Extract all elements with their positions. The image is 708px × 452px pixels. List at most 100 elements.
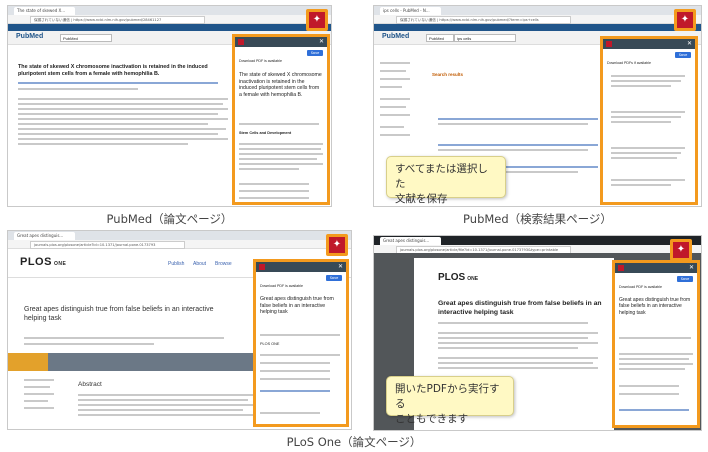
filter-line[interactable] [380, 62, 410, 64]
panel-header: ✕ [235, 37, 327, 47]
result-item[interactable] [611, 179, 685, 181]
url-field[interactable]: journals.plos.org/plosone/article?id=10.… [30, 241, 185, 249]
result-title[interactable] [438, 118, 598, 120]
nav-browse[interactable]: Browse [215, 261, 232, 267]
toc-line[interactable] [24, 393, 54, 395]
plos-logo[interactable]: PLOS ONE [20, 256, 66, 268]
text-line [18, 98, 228, 100]
text-line [78, 404, 253, 406]
save-button[interactable]: Save [326, 275, 342, 281]
database-select[interactable]: PubMed [60, 34, 112, 42]
address-bar: 保護されていない通信 | https://www.ncbi.nlm.nih.go… [8, 15, 331, 24]
save-button[interactable]: Save [675, 52, 691, 58]
browser-tab-bar: Great apes distinguis... [374, 236, 701, 245]
browser-tab[interactable]: Great apes distinguis... [14, 232, 75, 240]
pubmed-logo[interactable]: PubMed [382, 33, 409, 40]
caption-pubmed-search: PubMed（検索結果ページ） [463, 212, 612, 226]
toc-line[interactable] [24, 386, 50, 388]
text-line [438, 332, 598, 334]
browser-tab[interactable]: Great apes distinguis... [380, 237, 441, 245]
caption-plos: PLoS One（論文ページ） [286, 435, 422, 449]
panel-article-title: Great apes distinguish true from false b… [260, 296, 334, 315]
result-item[interactable] [611, 75, 685, 77]
text-line [619, 358, 689, 360]
panel-header: ✕ [256, 262, 346, 272]
download-pdf-note[interactable]: Download PDF is available [619, 285, 662, 289]
article-tab-bar [8, 353, 258, 371]
author-list[interactable] [18, 82, 218, 84]
mendeley-logo-icon [238, 39, 244, 45]
close-icon[interactable]: ✕ [338, 262, 343, 272]
filter-line[interactable] [380, 78, 410, 80]
url-field[interactable]: 保護されていない通信 | https://www.ncbi.nlm.nih.go… [396, 16, 571, 24]
filter-line[interactable] [380, 86, 402, 88]
text-line [619, 385, 679, 387]
filter-line[interactable] [380, 134, 410, 136]
text-line [611, 157, 677, 159]
filter-line[interactable] [380, 106, 406, 108]
mendeley-icon[interactable]: ✦ [326, 234, 348, 256]
abstract-heading: Abstract [78, 381, 102, 388]
text-line [438, 322, 588, 324]
database-select[interactable]: PubMed [426, 34, 454, 42]
toc-line[interactable] [24, 407, 54, 409]
save-button[interactable]: Save [677, 276, 693, 282]
filter-line[interactable] [380, 70, 406, 72]
text-line [619, 363, 693, 365]
close-icon[interactable]: ✕ [689, 263, 694, 273]
article-title: Great apes distinguish true from false b… [24, 306, 214, 322]
mendeley-icon[interactable]: ✦ [670, 239, 692, 261]
text-line [78, 409, 243, 411]
text-line [239, 143, 323, 145]
text-line [18, 108, 228, 110]
nav-publish[interactable]: Publish [168, 261, 184, 267]
filter-line[interactable] [380, 114, 410, 116]
text-line [438, 337, 588, 339]
panel-journal: PLOS ONE [260, 342, 280, 346]
link-line[interactable] [260, 390, 330, 392]
filter-line[interactable] [380, 126, 404, 128]
tab-article[interactable] [8, 353, 48, 371]
browser-tab[interactable]: The state of skewed X... [14, 7, 75, 15]
pubmed-logo[interactable]: PubMed [16, 33, 43, 40]
text-line [260, 370, 330, 372]
text-line [239, 183, 309, 185]
article-title: The state of skewed X chromosome inactiv… [18, 64, 208, 77]
plos-logo: PLOS ONE [438, 272, 478, 283]
download-pdf-note[interactable]: Download PDF is available [260, 284, 303, 288]
mendeley-panel: ✕ Save Download PDF is available Great a… [253, 259, 349, 427]
save-button[interactable]: Save [307, 50, 323, 56]
mendeley-logo-icon [259, 264, 265, 270]
panel-article-title: Great apes distinguish true from false b… [619, 297, 691, 316]
result-item[interactable] [611, 111, 685, 113]
link-line[interactable] [619, 409, 689, 411]
text-line [18, 113, 218, 115]
nav-about[interactable]: About [193, 261, 206, 267]
mendeley-logo-icon [606, 41, 612, 47]
browser-tab[interactable]: ips cells - PubMed - N... [380, 7, 441, 15]
text-line [239, 190, 309, 192]
text-line [18, 128, 226, 130]
close-icon[interactable]: ✕ [687, 39, 692, 49]
download-pdf-note[interactable]: Download PDF is available [239, 59, 282, 63]
browser-tab-bar: The state of skewed X... [8, 6, 331, 15]
search-input[interactable]: ips cells [454, 34, 516, 42]
result-item[interactable] [611, 147, 685, 149]
toc-line[interactable] [24, 379, 54, 381]
close-icon[interactable]: ✕ [319, 37, 324, 47]
result-title[interactable] [438, 144, 598, 146]
text-line [239, 163, 323, 165]
panel-article-title: The state of skewed X chromosome inactiv… [239, 72, 322, 98]
text-line [438, 123, 588, 125]
url-field[interactable]: 保護されていない通信 | https://www.ncbi.nlm.nih.go… [30, 16, 205, 24]
text-line [260, 354, 340, 356]
toc-line[interactable] [24, 400, 48, 402]
mendeley-icon[interactable]: ✦ [306, 9, 328, 31]
text-line [619, 368, 685, 370]
mendeley-icon[interactable]: ✦ [674, 9, 696, 31]
text-line [438, 149, 588, 151]
mendeley-panel: ✕ Save Download PDF is available The sta… [232, 34, 330, 205]
plos-logo-text: PLOS [20, 256, 52, 268]
download-pdf-note[interactable]: Download PDFs if available [607, 61, 651, 65]
filter-line[interactable] [380, 98, 410, 100]
